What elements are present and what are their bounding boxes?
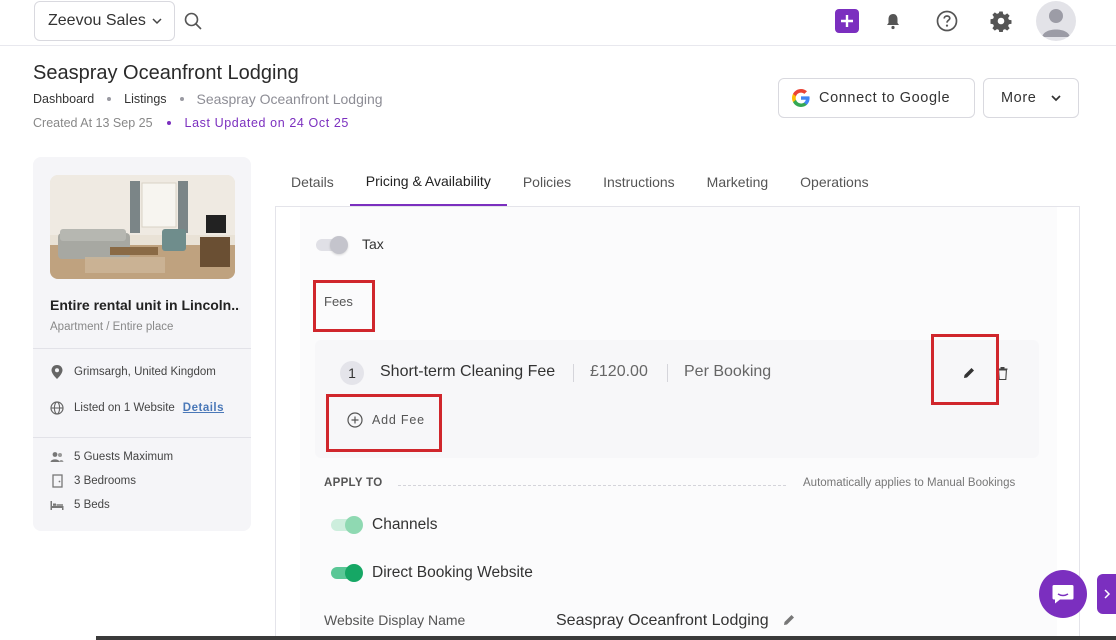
side-panel-handle[interactable] bbox=[1097, 574, 1116, 614]
tab-details[interactable]: Details bbox=[275, 158, 350, 206]
apply-to-divider bbox=[398, 485, 786, 486]
toggle-knob bbox=[345, 564, 363, 582]
bed-icon bbox=[50, 500, 64, 510]
guests-capacity: 5 Guests Maximum bbox=[50, 450, 173, 464]
fee-separator bbox=[573, 364, 574, 382]
connect-google-button[interactable]: Connect to Google bbox=[778, 78, 975, 118]
listing-location: Grimsargh, United Kingdom bbox=[50, 365, 216, 379]
listing-tabs: Details Pricing & Availability Policies … bbox=[275, 158, 885, 206]
details-link[interactable]: Details bbox=[183, 402, 224, 414]
breadcrumb: Dashboard Listings Seaspray Oceanfront L… bbox=[33, 91, 383, 107]
guests-icon bbox=[50, 452, 64, 462]
search-icon[interactable] bbox=[183, 11, 203, 31]
direct-booking-toggle[interactable] bbox=[331, 564, 363, 582]
door-icon bbox=[51, 474, 63, 488]
breadcrumb-separator bbox=[179, 97, 184, 101]
map-pin-icon bbox=[51, 365, 63, 379]
beds-text: 5 Beds bbox=[74, 499, 110, 511]
divider bbox=[33, 437, 251, 438]
listing-summary-card: Entire rental unit in Lincoln... Apartme… bbox=[33, 157, 251, 531]
fee-name: Short-term Cleaning Fee bbox=[380, 363, 556, 380]
breadcrumb-current: Seaspray Oceanfront Lodging bbox=[196, 91, 383, 107]
user-avatar-icon bbox=[1042, 9, 1070, 37]
top-bar: Zeevou Sales bbox=[0, 0, 1116, 46]
apply-to-heading: APPLY TO bbox=[324, 477, 383, 489]
connect-google-label: Connect to Google bbox=[819, 90, 951, 106]
breadcrumb-separator bbox=[107, 97, 112, 101]
toggle-knob bbox=[345, 516, 363, 534]
website-display-name-value: Seaspray Oceanfront Lodging bbox=[556, 612, 769, 629]
bedrooms-text: 3 Bedrooms bbox=[74, 475, 137, 487]
fee-unit: Per Booking bbox=[684, 363, 772, 380]
meta-separator bbox=[166, 121, 171, 125]
highlight-edit-fee bbox=[931, 334, 999, 405]
create-button[interactable] bbox=[835, 9, 859, 33]
channels-toggle[interactable] bbox=[331, 516, 363, 534]
help-icon bbox=[936, 10, 958, 32]
organization-select[interactable]: Zeevou Sales bbox=[34, 1, 175, 41]
bell-icon bbox=[887, 14, 899, 30]
plus-icon bbox=[841, 15, 853, 27]
user-avatar[interactable] bbox=[1036, 1, 1076, 41]
fee-amount: £120.00 bbox=[590, 363, 648, 380]
apply-to-note: Automatically applies to Manual Bookings bbox=[803, 477, 1016, 489]
google-logo-icon bbox=[792, 89, 810, 107]
living-room-image bbox=[50, 175, 235, 279]
bedrooms-count: 3 Bedrooms bbox=[50, 474, 136, 488]
settings-button[interactable] bbox=[989, 9, 1013, 33]
listed-on-text: Listed on 1 Website bbox=[74, 402, 175, 414]
highlight-add-fee bbox=[326, 394, 442, 452]
breadcrumb-dashboard[interactable]: Dashboard bbox=[33, 92, 94, 106]
location-text: Grimsargh, United Kingdom bbox=[74, 366, 216, 378]
guests-text: 5 Guests Maximum bbox=[74, 451, 174, 463]
chevron-down-icon bbox=[1051, 95, 1062, 102]
listing-name: Entire rental unit in Lincoln... bbox=[50, 297, 240, 313]
tab-marketing[interactable]: Marketing bbox=[691, 158, 784, 206]
chat-button[interactable] bbox=[1039, 570, 1087, 618]
updated-date: Last Updated on 24 Oct 25 bbox=[184, 116, 349, 130]
tab-pricing-availability[interactable]: Pricing & Availability bbox=[349, 158, 507, 206]
divider bbox=[33, 348, 251, 349]
listing-photo[interactable] bbox=[50, 175, 235, 279]
fee-separator bbox=[667, 364, 668, 382]
created-date: Created At 13 Sep 25 bbox=[33, 116, 153, 130]
more-label: More bbox=[1001, 90, 1037, 106]
direct-booking-label: Direct Booking Website bbox=[372, 564, 533, 581]
listing-type: Apartment / Entire place bbox=[50, 321, 174, 333]
pencil-icon[interactable] bbox=[783, 614, 795, 626]
notifications-button[interactable] bbox=[881, 9, 905, 33]
breadcrumb-listings[interactable]: Listings bbox=[124, 92, 166, 106]
highlight-fees bbox=[313, 280, 375, 332]
chevron-down-icon bbox=[152, 18, 162, 25]
tab-instructions[interactable]: Instructions bbox=[587, 158, 691, 206]
tab-operations[interactable]: Operations bbox=[784, 158, 884, 206]
page-title: Seaspray Oceanfront Lodging bbox=[33, 62, 299, 84]
beds-count: 5 Beds bbox=[50, 498, 110, 512]
website-display-name-label: Website Display Name bbox=[324, 612, 466, 628]
gear-icon bbox=[990, 11, 1012, 32]
more-button[interactable]: More bbox=[983, 78, 1079, 118]
channels-label: Channels bbox=[372, 516, 438, 533]
help-button[interactable] bbox=[935, 9, 959, 33]
chat-icon bbox=[1052, 585, 1074, 604]
toggle-knob bbox=[330, 236, 348, 254]
globe-icon bbox=[50, 401, 64, 415]
fee-index: 1 bbox=[340, 361, 364, 385]
tax-toggle[interactable] bbox=[316, 236, 348, 254]
listing-meta: Created At 13 Sep 25 Last Updated on 24 … bbox=[33, 116, 349, 130]
listed-websites: Listed on 1 Website Details bbox=[50, 401, 224, 415]
bottom-edge bbox=[96, 636, 1116, 640]
organization-name: Zeevou Sales bbox=[48, 12, 146, 29]
tax-label: Tax bbox=[362, 236, 384, 252]
chevron-right-icon bbox=[1103, 589, 1110, 599]
tab-policies[interactable]: Policies bbox=[507, 158, 587, 206]
